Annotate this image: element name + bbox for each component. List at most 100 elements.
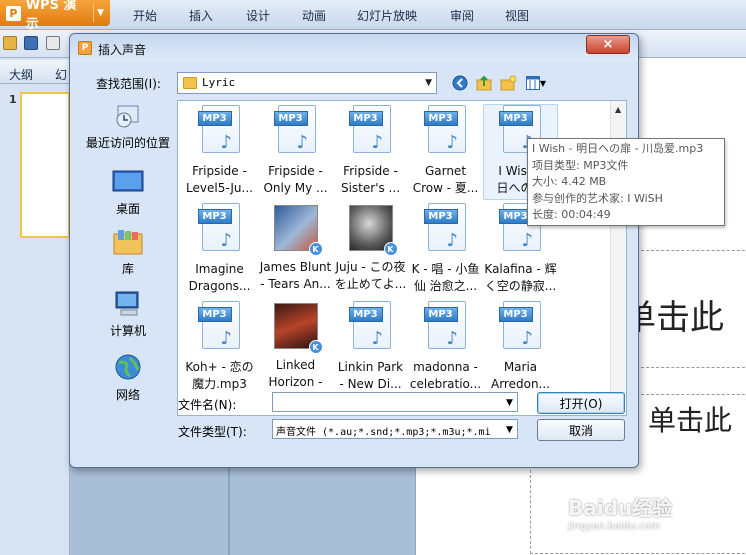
close-button[interactable]: × xyxy=(586,35,630,54)
file-name-line2: Level5-Ju... xyxy=(186,181,253,195)
file-name-line1: Linkin Park xyxy=(337,360,404,374)
file-name-line1: James Blunt xyxy=(259,260,332,274)
mp3-file-icon: ♪MP3 xyxy=(197,203,242,253)
tooltip-file-size: 大小: 4.42 MB xyxy=(532,175,607,188)
mp3-file-icon: ♪MP3 xyxy=(348,301,393,351)
place-computer[interactable]: 计算机 xyxy=(80,290,176,339)
open-folder-icon[interactable] xyxy=(3,36,17,50)
slide-number: 1 xyxy=(9,93,17,106)
desktop-icon xyxy=(112,168,144,196)
file-item[interactable]: ♪ MP3 Imagine Dragons... xyxy=(182,203,257,299)
file-name-line2: を止めてよ... xyxy=(334,277,407,291)
place-label: 库 xyxy=(121,262,134,276)
new-folder-button[interactable] xyxy=(499,74,517,92)
place-network[interactable]: 网络 xyxy=(80,354,176,403)
menu-home[interactable]: 开始 xyxy=(133,7,157,24)
file-name-line2: く空の静寂... xyxy=(484,279,557,293)
place-label: 网络 xyxy=(115,388,140,402)
wps-logo-icon: P xyxy=(78,41,92,55)
folder-icon xyxy=(183,77,197,89)
place-recent[interactable]: 最近访问的位置 xyxy=(80,102,176,151)
chevron-down-icon[interactable]: ▼ xyxy=(506,398,513,408)
up-folder-button[interactable] xyxy=(475,74,493,92)
filename-label: 文件名(N): xyxy=(178,398,237,412)
mp3-file-icon: ♪MP3 xyxy=(273,105,318,155)
look-in-label: 查找范围(I): xyxy=(96,77,161,91)
menu-animation[interactable]: 动画 xyxy=(302,7,326,24)
file-item[interactable]: ♪ MP3 Fripside - Sister's ... xyxy=(333,105,408,201)
wps-app-menu-button[interactable]: P WPS 演示 ▼ xyxy=(0,0,110,32)
app-name: WPS 演示 xyxy=(25,0,77,32)
tooltip-length: 长度: 00:04:49 xyxy=(532,208,611,221)
file-item[interactable]: ♪ MP3 Koh+ - 恋の 魔力.mp3 xyxy=(182,301,257,397)
place-label: 最近访问的位置 xyxy=(85,136,170,150)
watermark-url: jingyan.baidu.com xyxy=(568,521,661,532)
file-item[interactable]: ♪ MP3 Fripside - Only My ... xyxy=(258,105,333,201)
place-label: 计算机 xyxy=(109,324,146,338)
scroll-up-icon[interactable]: ▲ xyxy=(615,105,621,114)
file-item[interactable]: ♪ MP3 Linkin Park - New Di... xyxy=(333,301,408,397)
file-item[interactable]: ♪ MP3 Garnet Crow - 夏... xyxy=(408,105,483,201)
chevron-down-icon[interactable]: ▼ xyxy=(93,4,107,22)
computer-icon xyxy=(112,290,144,318)
file-item[interactable]: ♪ MP3 K - 唱 - 小鱼 仙 治愈之... xyxy=(408,203,483,299)
file-item[interactable]: ♪ MP3 Fripside - Level5-Ju... xyxy=(182,105,257,201)
place-libraries[interactable]: 库 xyxy=(80,228,176,277)
chevron-down-icon[interactable]: ▼ xyxy=(506,425,513,435)
file-name-line1: K - 唱 - 小鱼 xyxy=(411,262,480,276)
file-name-line2: Only My ... xyxy=(263,181,328,195)
file-item[interactable]: K Juju - この夜 を止めてよ... xyxy=(333,203,408,299)
view-grid-icon xyxy=(525,76,540,90)
file-name-line2: - New Di... xyxy=(339,377,402,391)
filetype-dropdown[interactable]: 声音文件 (*.au;*.snd;*.mp3;*.m3u;*.mi xyxy=(272,419,518,439)
baidu-watermark: Baidu经验 jingyan.baidu.com xyxy=(568,492,718,542)
file-item[interactable]: K James Blunt - Tears An... xyxy=(258,203,333,299)
file-item[interactable]: ♪ MP3 madonna - celebratio... xyxy=(408,301,483,397)
slide-thumbnail[interactable] xyxy=(20,92,70,238)
tab-slides[interactable]: 幻 xyxy=(55,66,67,83)
mp3-file-icon: ♪MP3 xyxy=(423,105,468,155)
file-name-line1: Fripside - xyxy=(268,164,323,178)
filetype-label: 文件类型(T): xyxy=(178,425,247,439)
file-name-line2: Horizon - xyxy=(268,375,323,389)
chevron-down-icon: ▼ xyxy=(425,78,432,88)
up-folder-icon xyxy=(476,75,492,91)
filename-input[interactable] xyxy=(272,392,518,412)
menu-slideshow[interactable]: 幻灯片放映 xyxy=(357,7,417,24)
filetype-value: 声音文件 (*.au;*.snd;*.mp3;*.m3u;*.mi xyxy=(276,427,491,438)
file-item[interactable]: ♪ MP3 Maria Arredon... xyxy=(483,301,558,397)
dialog-title: 插入声音 xyxy=(98,43,147,57)
look-in-dropdown[interactable]: Lyric ▼ xyxy=(177,72,437,94)
file-name-line1: Fripside - xyxy=(343,164,398,178)
view-menu-button[interactable]: ▼ xyxy=(523,74,549,92)
menu-design[interactable]: 设计 xyxy=(246,7,270,24)
file-name-line1: Maria xyxy=(503,360,538,374)
mp3-file-icon: ♪MP3 xyxy=(423,301,468,351)
place-desktop[interactable]: 桌面 xyxy=(80,168,176,217)
cancel-button[interactable]: 取消 xyxy=(537,419,625,441)
file-name-line1: Kalafina - 辉 xyxy=(484,262,557,276)
dialog-title-bar[interactable]: P 插入声音 × xyxy=(70,34,638,62)
menu-insert[interactable]: 插入 xyxy=(189,7,213,24)
tab-outline[interactable]: 大纲 xyxy=(9,66,33,83)
back-button[interactable] xyxy=(451,74,469,92)
back-arrow-icon xyxy=(452,75,468,91)
file-name-line1: Fripside - xyxy=(192,164,247,178)
new-folder-icon xyxy=(500,75,516,91)
file-name-line1: Juju - この夜 xyxy=(335,260,406,274)
subtitle-placeholder-text: 单击此 xyxy=(648,404,733,437)
watermark-text: Baidu经验 xyxy=(568,496,673,520)
tooltip-file-name: I Wish - 明日への扉 - 川岛爱.mp3 xyxy=(532,142,704,155)
place-label: 桌面 xyxy=(115,202,140,216)
open-button[interactable]: 打开(O) xyxy=(537,392,625,414)
network-icon xyxy=(112,354,144,382)
menu-view[interactable]: 视图 xyxy=(505,7,529,24)
file-item[interactable]: K Linked Horizon - xyxy=(258,301,333,397)
mp3-file-icon: ♪MP3 xyxy=(197,301,242,351)
save-icon[interactable] xyxy=(24,36,38,50)
print-icon[interactable] xyxy=(46,36,60,50)
file-name-line2: celebratio... xyxy=(409,377,482,391)
file-name-line1: Linked xyxy=(275,358,316,372)
menu-review[interactable]: 审阅 xyxy=(450,7,474,24)
file-name-line1: Imagine xyxy=(195,262,244,276)
